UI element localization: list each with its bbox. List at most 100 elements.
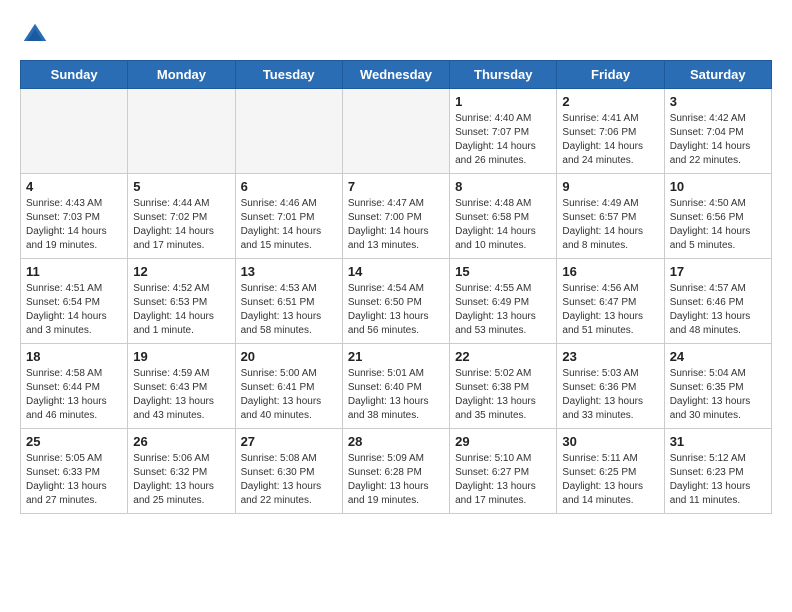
day-number: 15 [455,264,551,279]
day-info: Sunrise: 5:06 AM Sunset: 6:32 PM Dayligh… [133,452,229,508]
day-number: 30 [562,434,658,449]
calendar-table: SundayMondayTuesdayWednesdayThursdayFrid… [20,60,772,514]
weekday-header-sunday: Sunday [21,61,128,89]
calendar-week-4: 18 Sunrise: 4:58 AM Sunset: 6:44 PM Dayli… [21,344,772,429]
calendar-week-3: 11 Sunrise: 4:51 AM Sunset: 6:54 PM Dayli… [21,259,772,344]
day-info: Sunrise: 5:09 AM Sunset: 6:28 PM Dayligh… [348,452,444,508]
calendar-cell: 28 Sunrise: 5:09 AM Sunset: 6:28 PM Dayli… [342,429,449,514]
weekday-header-thursday: Thursday [450,61,557,89]
page-header [20,20,772,50]
day-info: Sunrise: 4:41 AM Sunset: 7:06 PM Dayligh… [562,112,658,168]
weekday-header-row: SundayMondayTuesdayWednesdayThursdayFrid… [21,61,772,89]
day-number: 13 [241,264,337,279]
day-info: Sunrise: 4:52 AM Sunset: 6:53 PM Dayligh… [133,282,229,338]
day-info: Sunrise: 4:48 AM Sunset: 6:58 PM Dayligh… [455,197,551,253]
calendar-cell: 21 Sunrise: 5:01 AM Sunset: 6:40 PM Dayli… [342,344,449,429]
calendar-cell: 14 Sunrise: 4:54 AM Sunset: 6:50 PM Dayli… [342,259,449,344]
day-number: 18 [26,349,122,364]
day-info: Sunrise: 4:46 AM Sunset: 7:01 PM Dayligh… [241,197,337,253]
day-number: 26 [133,434,229,449]
calendar-cell: 27Sunrise: 5:08 AM Sunset: 6:30 PM Dayli… [235,429,342,514]
calendar-cell: 23 Sunrise: 5:03 AM Sunset: 6:36 PM Dayli… [557,344,664,429]
calendar-cell: 6 Sunrise: 4:46 AM Sunset: 7:01 PM Daylig… [235,174,342,259]
calendar-week-2: 4Sunrise: 4:43 AM Sunset: 7:03 PM Daylig… [21,174,772,259]
logo [20,20,54,50]
day-number: 8 [455,179,551,194]
calendar-cell: 19 Sunrise: 4:59 AM Sunset: 6:43 PM Dayli… [128,344,235,429]
day-number: 16 [562,264,658,279]
day-info: Sunrise: 4:56 AM Sunset: 6:47 PM Dayligh… [562,282,658,338]
day-number: 23 [562,349,658,364]
calendar-cell: 16 Sunrise: 4:56 AM Sunset: 6:47 PM Dayli… [557,259,664,344]
weekday-header-friday: Friday [557,61,664,89]
day-info: Sunrise: 4:42 AM Sunset: 7:04 PM Dayligh… [670,112,766,168]
day-number: 24 [670,349,766,364]
day-number: 19 [133,349,229,364]
calendar-cell: 2 Sunrise: 4:41 AM Sunset: 7:06 PM Daylig… [557,89,664,174]
calendar-cell: 18 Sunrise: 4:58 AM Sunset: 6:44 PM Dayli… [21,344,128,429]
day-number: 7 [348,179,444,194]
calendar-cell: 15 Sunrise: 4:55 AM Sunset: 6:49 PM Dayli… [450,259,557,344]
calendar-cell: 25 Sunrise: 5:05 AM Sunset: 6:33 PM Dayli… [21,429,128,514]
day-info: Sunrise: 5:00 AM Sunset: 6:41 PM Dayligh… [241,367,337,423]
day-number: 25 [26,434,122,449]
day-number: 11 [26,264,122,279]
calendar-cell: 11 Sunrise: 4:51 AM Sunset: 6:54 PM Dayli… [21,259,128,344]
calendar-cell: 20Sunrise: 5:00 AM Sunset: 6:41 PM Dayli… [235,344,342,429]
day-info: Sunrise: 4:40 AM Sunset: 7:07 PM Dayligh… [455,112,551,168]
day-number: 31 [670,434,766,449]
day-info: Sunrise: 4:59 AM Sunset: 6:43 PM Dayligh… [133,367,229,423]
calendar-cell: 10 Sunrise: 4:50 AM Sunset: 6:56 PM Dayli… [664,174,771,259]
day-number: 14 [348,264,444,279]
day-number: 21 [348,349,444,364]
day-info: Sunrise: 5:04 AM Sunset: 6:35 PM Dayligh… [670,367,766,423]
day-info: Sunrise: 4:58 AM Sunset: 6:44 PM Dayligh… [26,367,122,423]
day-info: Sunrise: 5:05 AM Sunset: 6:33 PM Dayligh… [26,452,122,508]
day-info: Sunrise: 5:12 AM Sunset: 6:23 PM Dayligh… [670,452,766,508]
day-number: 29 [455,434,551,449]
calendar-cell [235,89,342,174]
day-info: Sunrise: 5:01 AM Sunset: 6:40 PM Dayligh… [348,367,444,423]
calendar-cell: 12Sunrise: 4:52 AM Sunset: 6:53 PM Dayli… [128,259,235,344]
day-info: Sunrise: 5:03 AM Sunset: 6:36 PM Dayligh… [562,367,658,423]
day-number: 17 [670,264,766,279]
calendar-cell: 1 Sunrise: 4:40 AM Sunset: 7:07 PM Daylig… [450,89,557,174]
day-info: Sunrise: 4:50 AM Sunset: 6:56 PM Dayligh… [670,197,766,253]
day-number: 6 [241,179,337,194]
day-number: 28 [348,434,444,449]
day-info: Sunrise: 4:47 AM Sunset: 7:00 PM Dayligh… [348,197,444,253]
day-info: Sunrise: 5:11 AM Sunset: 6:25 PM Dayligh… [562,452,658,508]
calendar-cell [342,89,449,174]
day-info: Sunrise: 5:08 AM Sunset: 6:30 PM Dayligh… [241,452,337,508]
calendar-cell: 22Sunrise: 5:02 AM Sunset: 6:38 PM Dayli… [450,344,557,429]
calendar-cell: 30 Sunrise: 5:11 AM Sunset: 6:25 PM Dayli… [557,429,664,514]
calendar-week-1: 1 Sunrise: 4:40 AM Sunset: 7:07 PM Daylig… [21,89,772,174]
calendar-cell: 26 Sunrise: 5:06 AM Sunset: 6:32 PM Dayli… [128,429,235,514]
day-number: 9 [562,179,658,194]
calendar-body: 1 Sunrise: 4:40 AM Sunset: 7:07 PM Daylig… [21,89,772,514]
day-number: 2 [562,94,658,109]
day-info: Sunrise: 4:44 AM Sunset: 7:02 PM Dayligh… [133,197,229,253]
day-info: Sunrise: 4:54 AM Sunset: 6:50 PM Dayligh… [348,282,444,338]
calendar-cell: 29Sunrise: 5:10 AM Sunset: 6:27 PM Dayli… [450,429,557,514]
day-number: 1 [455,94,551,109]
day-info: Sunrise: 4:53 AM Sunset: 6:51 PM Dayligh… [241,282,337,338]
calendar-cell: 7 Sunrise: 4:47 AM Sunset: 7:00 PM Daylig… [342,174,449,259]
calendar-cell: 31 Sunrise: 5:12 AM Sunset: 6:23 PM Dayli… [664,429,771,514]
day-info: Sunrise: 4:51 AM Sunset: 6:54 PM Dayligh… [26,282,122,338]
day-info: Sunrise: 4:55 AM Sunset: 6:49 PM Dayligh… [455,282,551,338]
calendar-cell [21,89,128,174]
weekday-header-monday: Monday [128,61,235,89]
calendar-cell: 4Sunrise: 4:43 AM Sunset: 7:03 PM Daylig… [21,174,128,259]
day-number: 10 [670,179,766,194]
day-number: 3 [670,94,766,109]
calendar-week-5: 25 Sunrise: 5:05 AM Sunset: 6:33 PM Dayli… [21,429,772,514]
calendar-cell [128,89,235,174]
calendar-cell: 17Sunrise: 4:57 AM Sunset: 6:46 PM Dayli… [664,259,771,344]
day-info: Sunrise: 5:02 AM Sunset: 6:38 PM Dayligh… [455,367,551,423]
calendar-cell: 5Sunrise: 4:44 AM Sunset: 7:02 PM Daylig… [128,174,235,259]
calendar-cell: 9 Sunrise: 4:49 AM Sunset: 6:57 PM Daylig… [557,174,664,259]
calendar-cell: 3 Sunrise: 4:42 AM Sunset: 7:04 PM Daylig… [664,89,771,174]
weekday-header-tuesday: Tuesday [235,61,342,89]
day-info: Sunrise: 4:49 AM Sunset: 6:57 PM Dayligh… [562,197,658,253]
